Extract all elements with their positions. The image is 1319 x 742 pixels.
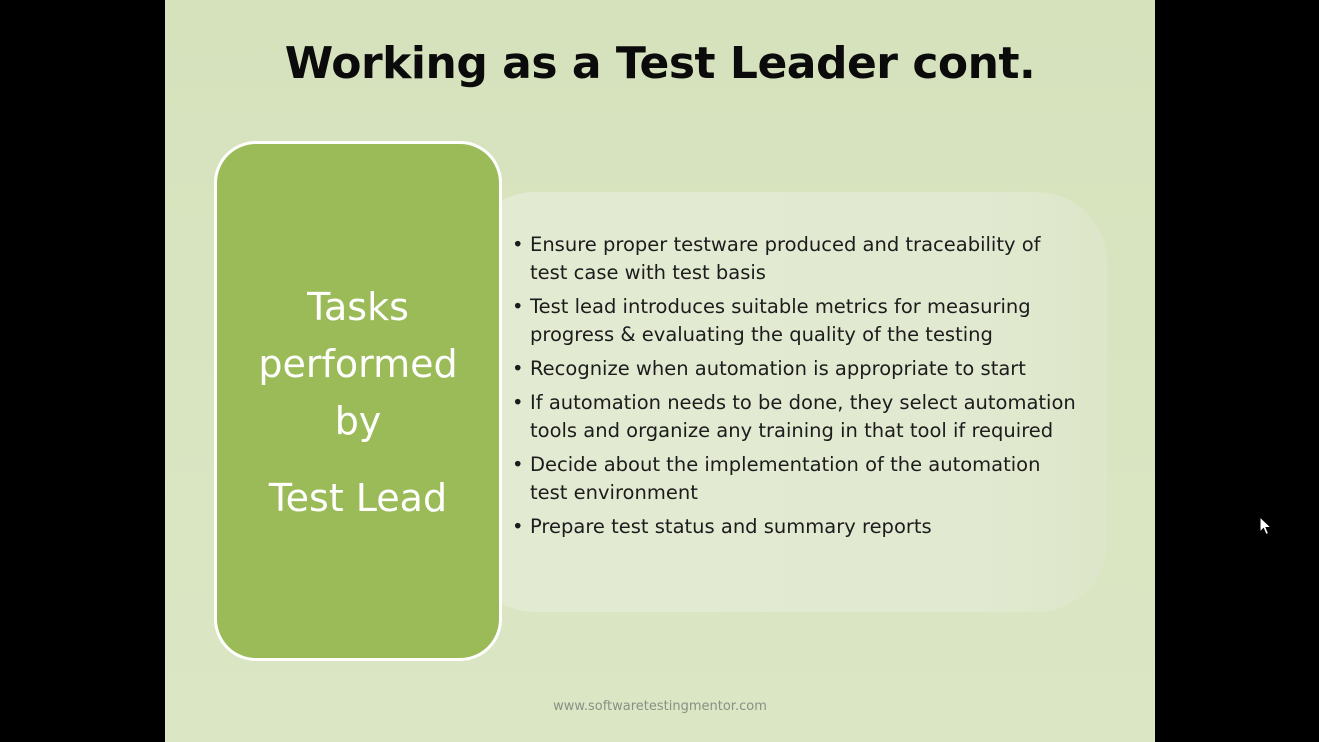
bullet-item: • Test lead introduces suitable metrics … bbox=[510, 293, 1080, 349]
task-box-label: Tasks performed by Test Lead bbox=[217, 279, 499, 527]
video-frame: Working as a Test Leader cont. Tasks per… bbox=[0, 0, 1319, 742]
task-box-line-3: by bbox=[334, 399, 382, 443]
task-box: Tasks performed by Test Lead bbox=[214, 141, 502, 661]
bullet-dot-icon: • bbox=[512, 391, 524, 414]
bullet-text: Test lead introduces suitable metrics fo… bbox=[530, 295, 1031, 346]
presentation-slide: Working as a Test Leader cont. Tasks per… bbox=[165, 0, 1155, 742]
bullet-text: Recognize when automation is appropriate… bbox=[530, 357, 1026, 380]
bullet-text: Prepare test status and summary reports bbox=[530, 515, 932, 538]
bullet-text: Decide about the implementation of the a… bbox=[530, 453, 1041, 504]
bullet-item: • If automation needs to be done, they s… bbox=[510, 389, 1080, 445]
task-box-line-1: Tasks bbox=[307, 285, 409, 329]
mouse-pointer-icon bbox=[1259, 516, 1273, 536]
task-box-line-2: performed bbox=[258, 342, 458, 386]
bullet-dot-icon: • bbox=[512, 515, 524, 538]
bullet-dot-icon: • bbox=[512, 357, 524, 380]
bullet-item: • Recognize when automation is appropria… bbox=[510, 355, 1080, 383]
bullet-item: • Decide about the implementation of the… bbox=[510, 451, 1080, 507]
bullet-text: If automation needs to be done, they sel… bbox=[530, 391, 1076, 442]
bullet-dot-icon: • bbox=[512, 233, 524, 256]
bullet-item: • Prepare test status and summary report… bbox=[510, 513, 1080, 541]
task-box-spacer bbox=[217, 450, 499, 470]
bullet-item: • Ensure proper testware produced and tr… bbox=[510, 231, 1080, 287]
footer-url[interactable]: www.softwaretestingmentor.com bbox=[165, 699, 1155, 714]
bullet-text: Ensure proper testware produced and trac… bbox=[530, 233, 1041, 284]
bullet-dot-icon: • bbox=[512, 453, 524, 476]
task-box-line-4: Test Lead bbox=[268, 476, 448, 520]
slide-title: Working as a Test Leader cont. bbox=[284, 38, 1036, 89]
bullet-dot-icon: • bbox=[512, 295, 524, 318]
task-bullet-list: • Ensure proper testware produced and tr… bbox=[510, 231, 1080, 547]
